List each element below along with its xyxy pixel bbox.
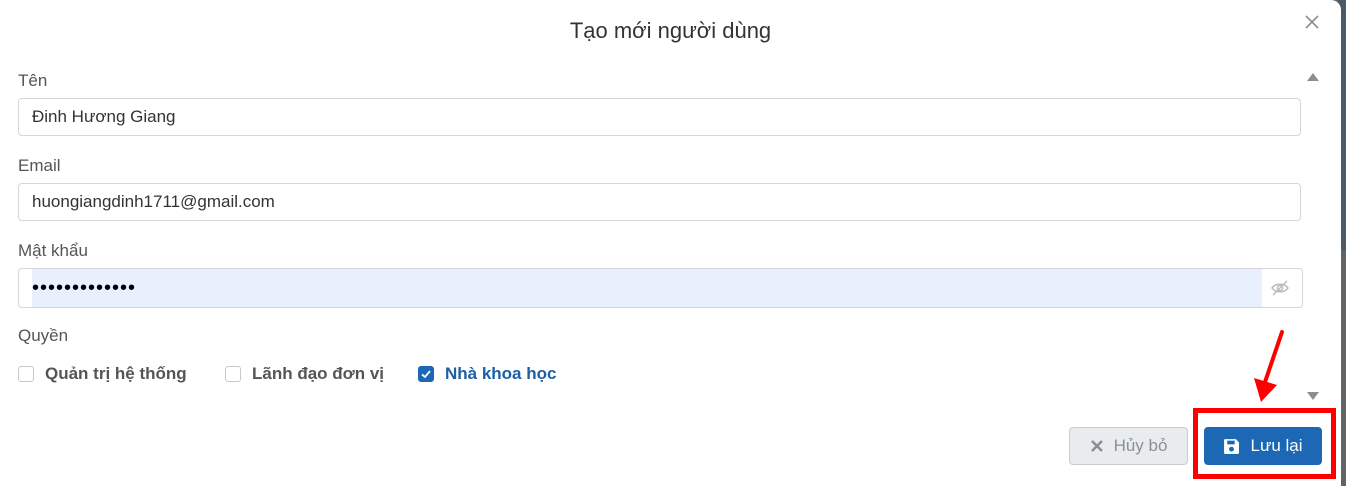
password-field [18, 268, 1303, 308]
role-label: Nhà khoa học [445, 364, 557, 383]
close-icon[interactable] [1303, 13, 1321, 31]
role-checkbox-unit-leader[interactable]: Lãnh đạo đơn vị [225, 363, 384, 385]
checkbox[interactable] [225, 366, 241, 382]
x-icon [1090, 440, 1103, 452]
save-label: Lưu lại [1250, 436, 1303, 455]
checkbox[interactable] [18, 366, 34, 382]
check-icon [421, 370, 431, 379]
scroll-up-arrow-icon[interactable] [1306, 72, 1320, 82]
email-label: Email [18, 156, 61, 175]
role-checkbox-system-admin[interactable]: Quản trị hệ thống [18, 363, 187, 385]
roles-label: Quyền [18, 326, 69, 345]
floppy-disk-icon [1224, 438, 1240, 454]
name-input[interactable] [18, 98, 1301, 136]
password-label: Mật khẩu [18, 241, 88, 260]
name-label: Tên [18, 71, 48, 90]
password-input[interactable] [32, 269, 1262, 307]
save-button[interactable]: Lưu lại [1204, 427, 1322, 465]
role-checkbox-scientist[interactable]: Nhà khoa học [418, 363, 556, 385]
scroll-down-arrow-icon[interactable] [1306, 391, 1320, 401]
eye-slash-icon[interactable] [1270, 278, 1290, 298]
create-user-dialog: Tạo mới người dùng Tên Email Mật khẩu Qu… [0, 0, 1341, 486]
email-input[interactable] [18, 183, 1301, 221]
cancel-label: Hủy bỏ [1113, 436, 1168, 455]
checkbox-checked[interactable] [418, 366, 434, 382]
role-label: Lãnh đạo đơn vị [252, 364, 385, 383]
dialog-title: Tạo mới người dùng [569, 18, 772, 43]
role-label: Quản trị hệ thống [45, 364, 187, 383]
cancel-button[interactable]: Hủy bỏ [1069, 427, 1188, 465]
